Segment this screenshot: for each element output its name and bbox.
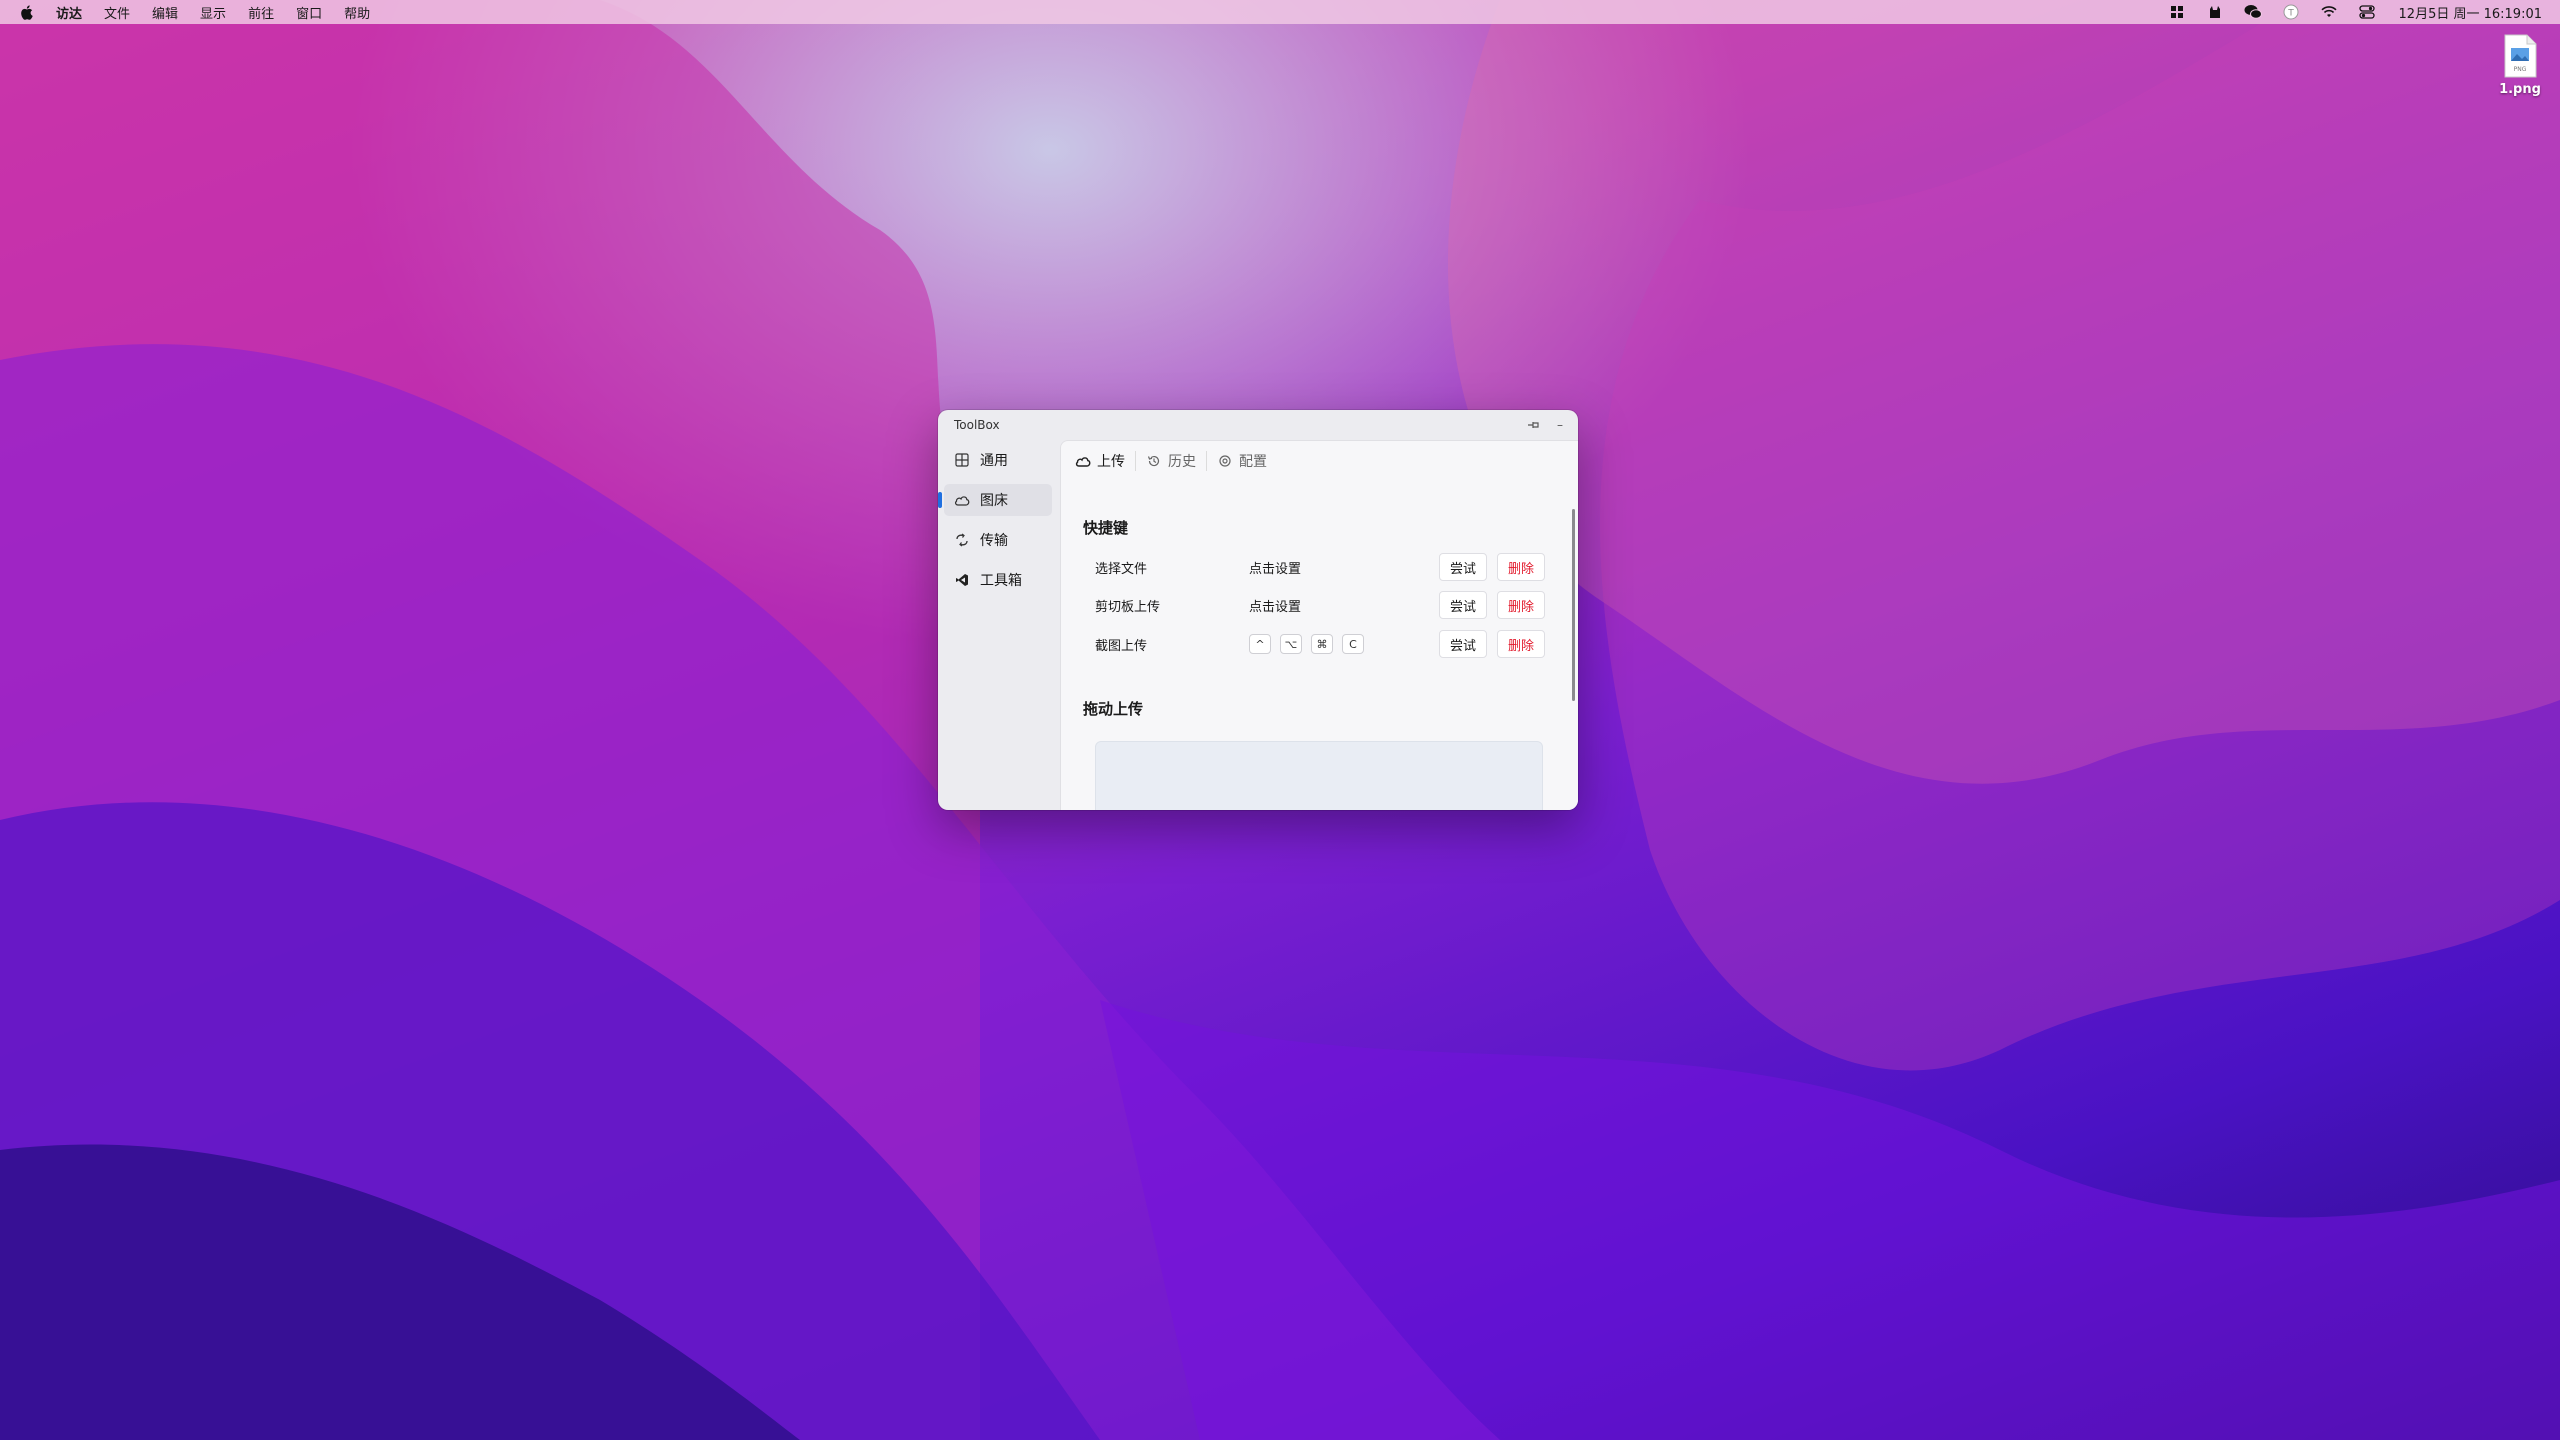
apple-icon[interactable] (18, 4, 34, 20)
wifi-icon[interactable] (2319, 2, 2339, 22)
sidebar-item-general[interactable]: 通用 (944, 444, 1052, 476)
menu-bar-left: 访达 文件 编辑 显示 前往 窗口 帮助 (0, 3, 392, 22)
vscode-icon (954, 572, 970, 588)
shortcut-row-select-file: 选择文件 点击设置 (1095, 552, 1565, 582)
cloud-upload-icon (1075, 453, 1091, 469)
tab-label: 历史 (1168, 454, 1196, 470)
desktop-file-label: 1.png (2499, 82, 2541, 97)
typora-icon[interactable]: T (2281, 2, 2301, 22)
shortcut-row-screenshot-upload: 截图上传 ^ ⌥ ⌘ C (1095, 629, 1565, 659)
menu-edit[interactable]: 编辑 (152, 3, 178, 22)
toolbox-window: ToolBox – 通用 图床 传输 工具箱 上传 历史 配置 快捷键 选择文件… (938, 410, 1578, 810)
history-icon (1146, 453, 1162, 469)
delete-button[interactable]: 删除 (1497, 553, 1545, 581)
file-badge-text: PNG (2514, 66, 2527, 73)
menu-bar: 访达 文件 编辑 显示 前往 窗口 帮助 T 12月5日 周一 16:19:01 (0, 0, 2560, 24)
sidebar-item-image-host[interactable]: 图床 (938, 484, 1052, 516)
window-title: ToolBox (954, 418, 1000, 432)
launchpad-icon[interactable] (2167, 2, 2187, 22)
tab-upload[interactable]: 上传 (1071, 449, 1129, 473)
sidebar-item-toolbox[interactable]: 工具箱 (944, 564, 1052, 596)
tab-history[interactable]: 历史 (1142, 449, 1200, 473)
desktop-file-1png[interactable]: PNG 1.png (2490, 34, 2550, 97)
tab-divider (1135, 451, 1136, 471)
shortcut-set-button[interactable]: 点击设置 (1249, 596, 1449, 615)
settings-icon (1217, 453, 1233, 469)
svg-text:T: T (2287, 9, 2294, 19)
sidebar-item-label: 传输 (980, 533, 1008, 549)
transfer-icon (954, 532, 970, 548)
png-file-icon: PNG (2503, 34, 2537, 78)
menu-go[interactable]: 前往 (248, 3, 274, 22)
tab-label: 配置 (1239, 454, 1267, 470)
sidebar-item-transfer[interactable]: 传输 (944, 524, 1052, 556)
key-option: ⌥ (1280, 634, 1302, 654)
active-indicator (938, 492, 942, 508)
shortcut-label: 剪切板上传 (1095, 599, 1161, 615)
key-control: ^ (1249, 634, 1271, 654)
shortcut-keys[interactable]: ^ ⌥ ⌘ C (1249, 634, 1449, 654)
shortcuts-section-title: 快捷键 (1083, 519, 1129, 537)
minimize-button[interactable]: – (1550, 416, 1570, 434)
drag-drop-zone[interactable] (1095, 741, 1543, 810)
control-center-icon[interactable] (2357, 2, 2377, 22)
delete-button[interactable]: 删除 (1497, 591, 1545, 619)
sidebar-item-label: 工具箱 (980, 573, 1022, 589)
key-c: C (1342, 634, 1364, 654)
tab-settings[interactable]: 配置 (1213, 449, 1271, 473)
shortcut-label: 截图上传 (1095, 638, 1148, 654)
menu-finder[interactable]: 访达 (56, 3, 82, 22)
menu-view[interactable]: 显示 (200, 3, 226, 22)
try-button[interactable]: 尝试 (1439, 630, 1487, 658)
try-button[interactable]: 尝试 (1439, 591, 1487, 619)
shortcut-row-clipboard-upload: 剪切板上传 点击设置 (1095, 590, 1565, 620)
shortcut-set-button[interactable]: 点击设置 (1249, 558, 1449, 577)
menu-window[interactable]: 窗口 (296, 3, 322, 22)
tab-label: 上传 (1097, 454, 1125, 470)
delete-button[interactable]: 删除 (1497, 630, 1545, 658)
drag-upload-section-title: 拖动上传 (1083, 700, 1144, 718)
wechat-icon[interactable] (2243, 2, 2263, 22)
menu-file[interactable]: 文件 (104, 3, 130, 22)
scrollbar[interactable] (1572, 509, 1575, 701)
menu-bar-right: T 12月5日 周一 16:19:01 (2149, 0, 2542, 24)
tab-bar: 上传 历史 配置 (1071, 447, 1277, 475)
try-button[interactable]: 尝试 (1439, 553, 1487, 581)
tab-divider (1206, 451, 1207, 471)
sidebar: 通用 图床 传输 工具箱 (938, 440, 1058, 810)
cat-icon[interactable] (2205, 2, 2225, 22)
layout-icon (954, 452, 970, 468)
main-content: 上传 历史 配置 快捷键 选择文件 点击设置 尝试 删除 剪切板上传 点击设置 … (1060, 440, 1578, 810)
pin-icon[interactable] (1524, 416, 1544, 434)
window-controls: – (1518, 416, 1570, 434)
cloud-icon (954, 492, 970, 508)
window-titlebar[interactable]: ToolBox – (938, 410, 1578, 440)
menu-bar-clock[interactable]: 12月5日 周一 16:19:01 (2399, 3, 2542, 22)
sidebar-item-label: 通用 (980, 453, 1008, 469)
shortcut-label: 选择文件 (1095, 561, 1148, 577)
sidebar-item-label: 图床 (980, 493, 1008, 509)
key-command: ⌘ (1311, 634, 1333, 654)
menu-help[interactable]: 帮助 (344, 3, 370, 22)
